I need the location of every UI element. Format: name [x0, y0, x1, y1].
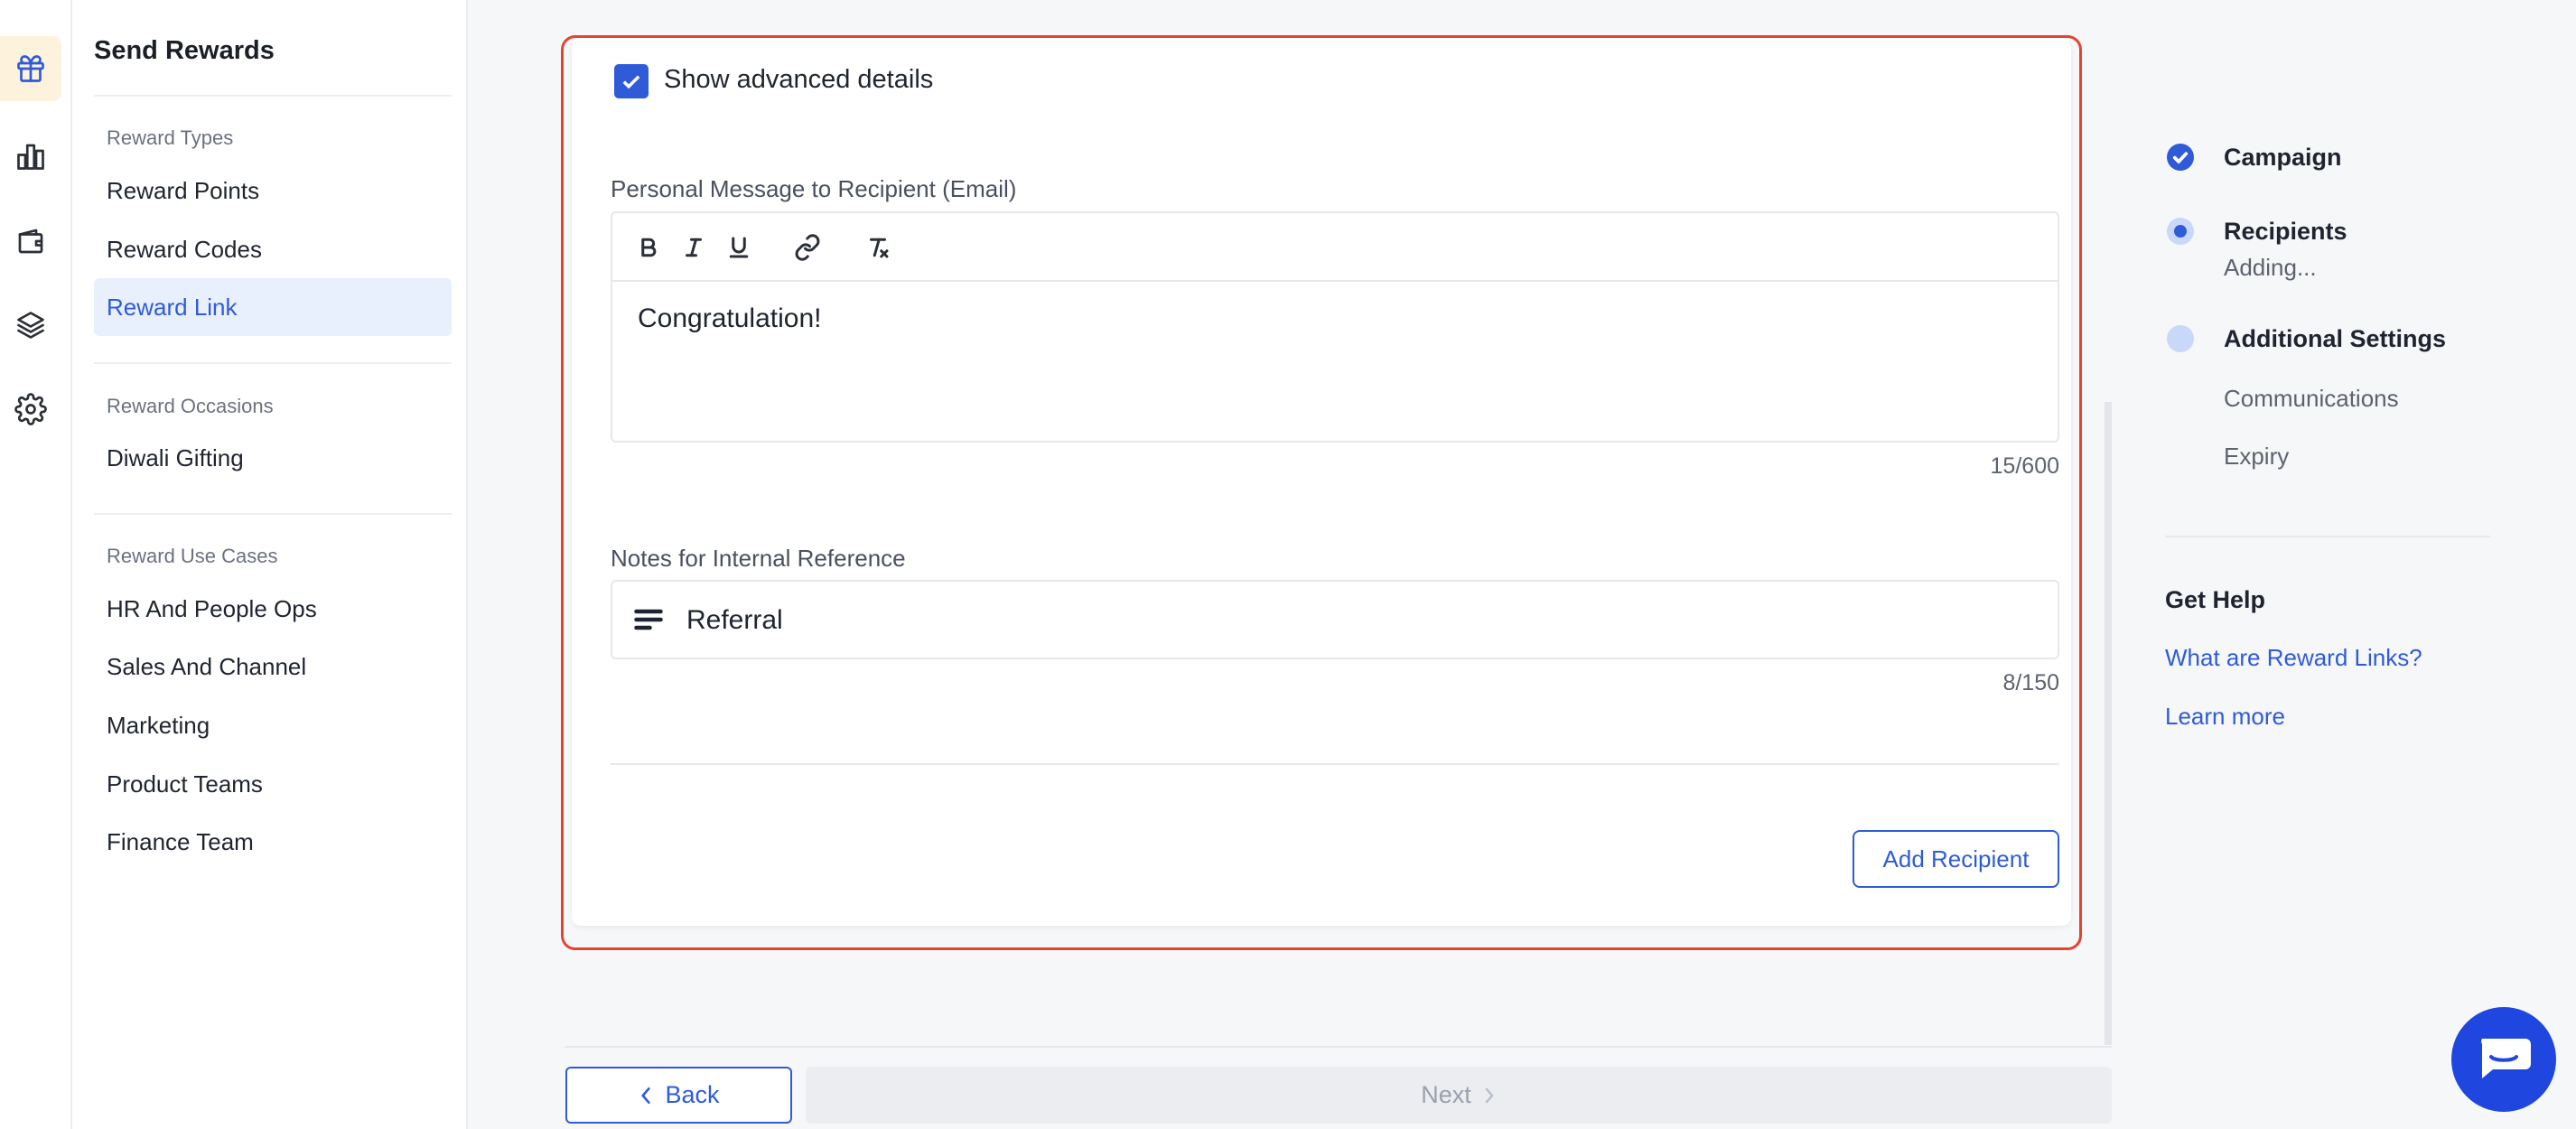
- step-complete-icon: [2167, 144, 2194, 171]
- sidebar-title: Send Rewards: [94, 36, 275, 65]
- section-heading-reward-use-cases: Reward Use Cases: [107, 545, 278, 567]
- sidebar-divider: [94, 95, 452, 97]
- highlight-outline: [561, 35, 2082, 950]
- sidebar-item-reward-points[interactable]: Reward Points: [94, 162, 452, 219]
- link-icon: [795, 234, 820, 261]
- message-editor[interactable]: Congratulation!: [611, 211, 2059, 443]
- sidebar-item-hr-and-people-ops[interactable]: HR And People Ops: [94, 580, 452, 638]
- checkmark-icon: [622, 75, 640, 89]
- sidebar-item-sales-and-channel[interactable]: Sales And Channel: [94, 638, 452, 695]
- footer-divider: [565, 1046, 2112, 1048]
- advanced-details-checkbox[interactable]: [614, 64, 649, 98]
- sidebar-item-finance-team[interactable]: Finance Team: [94, 813, 452, 871]
- step-recipients[interactable]: Recipients: [2224, 218, 2347, 246]
- sidebar-item-diwali-gifting[interactable]: Diwali Gifting: [94, 429, 452, 487]
- italic-button[interactable]: [677, 231, 710, 264]
- clear-format-icon: [870, 238, 889, 258]
- step-expiry[interactable]: Expiry: [2224, 443, 2289, 471]
- italic-icon: [686, 238, 702, 257]
- step-campaign[interactable]: Campaign: [2224, 144, 2342, 172]
- rail-analytics-button[interactable]: [0, 124, 61, 189]
- wallet-icon: [18, 229, 43, 254]
- step-recipients-status: Adding...: [2224, 254, 2317, 281]
- editor-toolbar: [612, 213, 2058, 282]
- chat-launcher-button[interactable]: [2451, 1007, 2556, 1112]
- notes-char-counter: 8/150: [2002, 670, 2059, 695]
- notes-input[interactable]: Referral: [611, 580, 2059, 659]
- rail-settings-button[interactable]: [0, 377, 61, 442]
- gear-icon: [14, 393, 47, 425]
- clear-format-button[interactable]: [862, 231, 894, 264]
- sidebar-divider: [94, 362, 452, 364]
- rail-catalog-button[interactable]: [0, 293, 61, 358]
- scrollbar[interactable]: [2105, 402, 2112, 1045]
- step-current-icon: [2167, 218, 2194, 245]
- sidebar-item-product-teams[interactable]: Product Teams: [94, 755, 452, 813]
- sidebar-item-marketing[interactable]: Marketing: [94, 696, 452, 754]
- sidebar: Send Rewards Reward Types Reward Points …: [72, 0, 468, 1129]
- link-button[interactable]: [791, 231, 824, 264]
- learn-more-link[interactable]: Learn more: [2165, 703, 2285, 731]
- notes-field-label: Notes for Internal Reference: [611, 545, 906, 572]
- message-field-label: Personal Message to Recipient (Email): [611, 175, 1017, 202]
- next-button[interactable]: Next: [806, 1067, 2112, 1124]
- layers-icon: [17, 312, 44, 339]
- message-text: Congratulation!: [638, 303, 822, 333]
- help-title: Get Help: [2165, 586, 2266, 613]
- notes-value: Referral: [686, 605, 783, 635]
- section-heading-reward-types: Reward Types: [107, 126, 234, 149]
- step-upcoming-icon: [2167, 325, 2194, 352]
- step-additional-settings[interactable]: Additional Settings: [2224, 325, 2446, 353]
- bold-icon: [641, 238, 657, 257]
- reward-links-help-link[interactable]: What are Reward Links?: [2165, 644, 2422, 672]
- gift-icon: [17, 55, 44, 82]
- section-heading-reward-occasions: Reward Occasions: [107, 395, 274, 417]
- notes-icon: [632, 603, 665, 636]
- message-char-counter: 15/600: [1990, 453, 2059, 479]
- add-recipient-button[interactable]: Add Recipient: [1853, 830, 2059, 888]
- right-panel-divider: [2165, 536, 2490, 537]
- next-button-label: Next: [1421, 1081, 1471, 1108]
- back-button-label: Back: [665, 1081, 720, 1108]
- chevron-right-icon: [1485, 1087, 1493, 1103]
- sidebar-item-reward-codes[interactable]: Reward Codes: [94, 220, 452, 278]
- underline-button[interactable]: [723, 231, 755, 264]
- chat-icon: [2481, 1039, 2531, 1078]
- bold-button[interactable]: [632, 231, 665, 264]
- step-communications[interactable]: Communications: [2224, 385, 2399, 413]
- form-divider: [611, 763, 2059, 765]
- chevron-left-icon: [641, 1087, 651, 1104]
- icon-rail: [0, 0, 72, 1129]
- sidebar-divider: [94, 513, 452, 515]
- back-button[interactable]: Back: [565, 1067, 792, 1124]
- bar-chart-icon: [17, 144, 44, 170]
- rail-wallet-button[interactable]: [0, 209, 61, 274]
- advanced-details-label[interactable]: Show advanced details: [664, 65, 933, 95]
- rail-rewards-button[interactable]: [0, 36, 61, 101]
- underline-icon: [729, 237, 749, 258]
- sidebar-item-reward-link[interactable]: Reward Link: [94, 278, 452, 336]
